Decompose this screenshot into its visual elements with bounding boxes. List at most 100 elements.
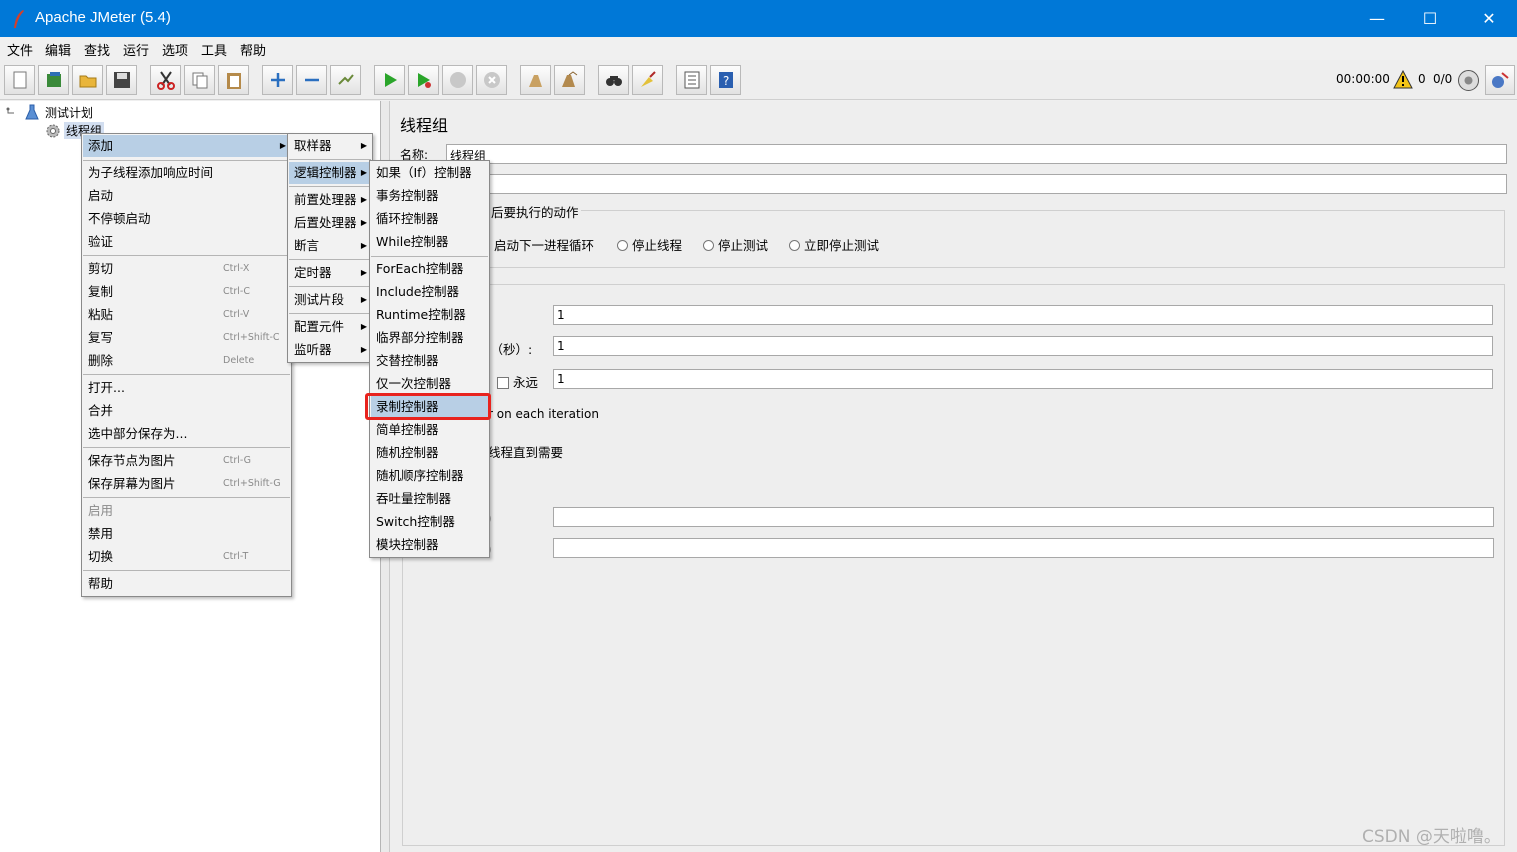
menu-item-label: 监听器 (294, 342, 332, 357)
toggle-icon[interactable] (330, 65, 361, 95)
tree-handle-icon[interactable] (6, 107, 18, 119)
logic-item-random-order[interactable]: 随机顺序控制器 (371, 465, 488, 487)
close-button[interactable]: ✕ (1466, 0, 1512, 37)
context-menu: 添加 ▶ 为子线程添加响应时间 启动 不停顿启动 验证 剪切 Ctrl-X 复制 Ct… (81, 133, 292, 597)
maximize-button[interactable]: ☐ (1407, 0, 1453, 37)
menu-item-cut[interactable]: 剪切 Ctrl-X (83, 258, 290, 280)
radio-stop-thread[interactable]: 停止线程 (617, 235, 682, 254)
menu-item-merge[interactable]: 合并 (83, 400, 290, 422)
save-icon[interactable] (106, 65, 137, 95)
submenu-arrow-icon: ▶ (360, 141, 367, 150)
menu-item-toggle[interactable]: 切换 Ctrl-T (83, 546, 290, 568)
clear-icon[interactable] (520, 65, 551, 95)
logic-item-critical-section[interactable]: 临界部分控制器 (371, 327, 488, 349)
open-icon[interactable] (72, 65, 103, 95)
shutdown-icon[interactable] (476, 65, 507, 95)
menu-item-label: 帮助 (88, 576, 114, 591)
menu-item-start[interactable]: 启动 (83, 185, 290, 207)
search-icon[interactable] (598, 65, 629, 95)
logic-item-random[interactable]: 随机控制器 (371, 442, 488, 464)
stop-icon[interactable] (442, 65, 473, 95)
loop-count-field[interactable]: 1 (553, 369, 1493, 389)
logic-item-include[interactable]: Include控制器 (371, 281, 488, 303)
menu-item-delete[interactable]: 删除 Delete (83, 350, 290, 372)
start-icon[interactable] (374, 65, 405, 95)
forever-checkbox[interactable]: 永远 (497, 372, 538, 391)
submenu-item-pre-processor[interactable]: 前置处理器 ▶ (289, 189, 371, 211)
menu-item-paste[interactable]: 粘贴 Ctrl-V (83, 304, 290, 326)
logic-item-once-only[interactable]: 仅一次控制器 (371, 373, 488, 395)
submenu-item-config-element[interactable]: 配置元件 ▶ (289, 316, 371, 338)
menu-item-help[interactable]: 帮助 (83, 573, 290, 595)
logic-item-while[interactable]: While控制器 (371, 231, 488, 253)
radio-stop-test-label: 停止测试 (718, 238, 769, 253)
logic-item-runtime[interactable]: Runtime控制器 (371, 304, 488, 326)
name-field[interactable]: 线程组 (446, 144, 1507, 164)
logic-item-simple[interactable]: 简单控制器 (371, 419, 488, 441)
clear-all-icon[interactable] (554, 65, 585, 95)
comments-field[interactable] (446, 174, 1507, 194)
minimize-button[interactable]: — (1354, 0, 1400, 37)
paste-icon[interactable] (218, 65, 249, 95)
startup-delay-field[interactable] (553, 538, 1494, 558)
submenu-item-sampler[interactable]: 取样器 ▶ (289, 135, 371, 157)
menu-item-label: 粘贴 (88, 307, 114, 322)
menu-item-duplicate[interactable]: 复写 Ctrl+Shift-C (83, 327, 290, 349)
menu-item-validate[interactable]: 验证 (83, 231, 290, 253)
menu-options[interactable]: 选项 (162, 40, 188, 59)
copy-icon[interactable] (184, 65, 215, 95)
logic-item-switch[interactable]: Switch控制器 (371, 511, 488, 533)
submenu-item-listener[interactable]: 监听器 ▶ (289, 339, 371, 361)
submenu-item-test-fragment[interactable]: 测试片段 ▶ (289, 289, 371, 311)
function-helper-icon[interactable] (676, 65, 707, 95)
warning-icon[interactable] (1393, 70, 1413, 89)
menu-item-add-think-time[interactable]: 为子线程添加响应时间 (83, 162, 290, 184)
submenu-item-logic-controller[interactable]: 逻辑控制器 ▶ (289, 162, 371, 184)
menu-item-save-screen-image[interactable]: 保存屏幕为图片 Ctrl+Shift-G (83, 473, 290, 495)
logic-item-if[interactable]: 如果（If）控制器 (371, 162, 488, 184)
warning-count: 0 (1418, 72, 1426, 86)
cut-icon[interactable] (150, 65, 181, 95)
submenu-item-assertion[interactable]: 断言 ▶ (289, 235, 371, 257)
logic-item-transaction[interactable]: 事务控制器 (371, 185, 488, 207)
logic-item-loop[interactable]: 循环控制器 (371, 208, 488, 230)
tree-node-test-plan[interactable]: 测试计划 (45, 104, 93, 121)
templates-icon[interactable] (38, 65, 69, 95)
submenu-item-timer[interactable]: 定时器 ▶ (289, 262, 371, 284)
menu-run[interactable]: 运行 (123, 40, 149, 59)
menu-item-copy[interactable]: 复制 Ctrl-C (83, 281, 290, 303)
menu-item-open[interactable]: 打开... (83, 377, 290, 399)
reset-search-icon[interactable] (632, 65, 663, 95)
start-no-pause-icon[interactable] (408, 65, 439, 95)
radio-stop-test-now[interactable]: 立即停止测试 (789, 235, 879, 254)
ramp-up-field[interactable]: 1 (553, 336, 1493, 356)
duration-field[interactable] (553, 507, 1494, 527)
radio-circle-icon (703, 240, 714, 251)
logic-item-foreach[interactable]: ForEach控制器 (371, 258, 488, 280)
submenu-item-post-processor[interactable]: 后置处理器 ▶ (289, 212, 371, 234)
expand-icon[interactable] (262, 65, 293, 95)
logic-item-interleave[interactable]: 交替控制器 (371, 350, 488, 372)
menu-item-label: 禁用 (88, 526, 114, 541)
radio-circle-icon (789, 240, 800, 251)
menu-help[interactable]: 帮助 (240, 40, 266, 59)
menu-search[interactable]: 查找 (84, 40, 110, 59)
logic-item-module[interactable]: 模块控制器 (371, 534, 488, 556)
menu-item-disable[interactable]: 禁用 (83, 523, 290, 545)
menu-item-add[interactable]: 添加 ▶ (83, 135, 290, 157)
new-icon[interactable] (4, 65, 35, 95)
menu-item-start-no-pause[interactable]: 不停顿启动 (83, 208, 290, 230)
collapse-icon[interactable] (296, 65, 327, 95)
menu-item-save-selection[interactable]: 选中部分保存为... (83, 423, 290, 445)
radio-stop-test[interactable]: 停止测试 (703, 235, 768, 254)
remote-status-icon[interactable] (1457, 69, 1480, 92)
help-icon[interactable]: ? (710, 65, 741, 95)
menu-tools[interactable]: 工具 (201, 40, 227, 59)
logic-item-throughput[interactable]: 吞吐量控制器 (371, 488, 488, 510)
number-of-threads-field[interactable]: 1 (553, 305, 1493, 325)
menu-file[interactable]: 文件 (7, 40, 33, 59)
menu-edit[interactable]: 编辑 (45, 40, 71, 59)
log-viewer-icon[interactable] (1485, 65, 1515, 95)
menu-item-save-node-image[interactable]: 保存节点为图片 Ctrl-G (83, 450, 290, 472)
radio-start-next-loop[interactable]: 启动下一进程循环 (494, 235, 594, 254)
